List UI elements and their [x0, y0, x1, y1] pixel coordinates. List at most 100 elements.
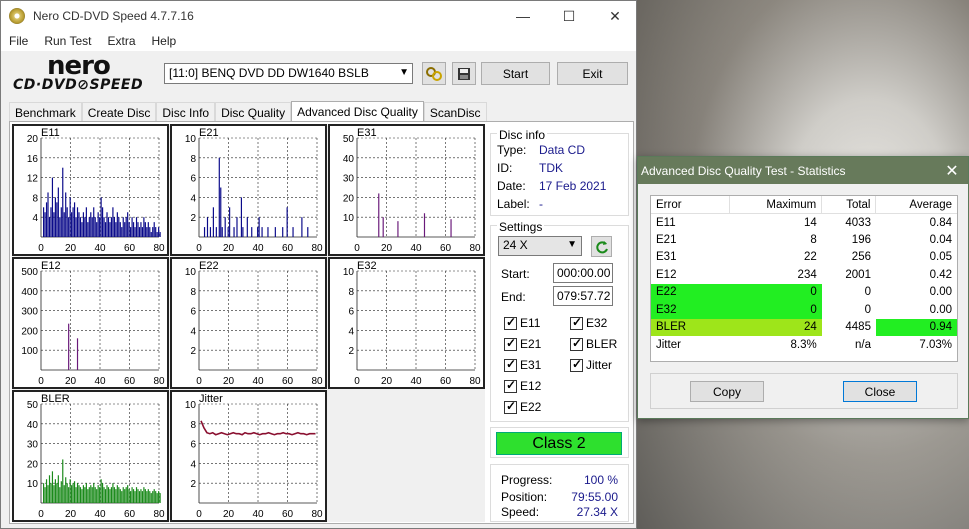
position-label: Position: — [501, 490, 548, 504]
bar — [153, 222, 155, 237]
bar — [72, 207, 74, 237]
exit-button[interactable]: Exit — [557, 62, 628, 85]
checkbox-e21[interactable]: E21 — [504, 336, 541, 351]
checkbox-jitter[interactable]: Jitter — [570, 357, 613, 372]
bar — [45, 202, 48, 237]
tab-scandisc[interactable]: ScanDisc — [423, 102, 487, 122]
bar — [104, 222, 107, 237]
bar — [242, 227, 244, 237]
bar — [97, 485, 99, 503]
checkbox-bler[interactable]: BLER — [570, 336, 617, 351]
checkbox-e11[interactable]: E11 — [504, 315, 540, 330]
bar — [79, 217, 82, 237]
x-tick-label: 0 — [38, 376, 44, 387]
bar — [81, 222, 83, 237]
cell-total: 4485 — [845, 321, 871, 334]
y-tick-label: 4 — [348, 326, 354, 337]
bar — [48, 475, 51, 503]
chart-title: E21 — [199, 127, 219, 139]
bar — [90, 212, 92, 237]
bar — [137, 489, 139, 503]
start-button[interactable]: Start — [481, 62, 550, 85]
checkbox-e31-label: E31 — [520, 358, 542, 372]
x-tick-label: 40 — [94, 509, 106, 520]
drive-select[interactable]: [11:0] BENQ DVD DD DW1640 BSLB ▼ — [164, 63, 413, 84]
bar — [90, 485, 92, 503]
disc-label-value: - — [539, 197, 543, 211]
x-tick-label: 80 — [311, 376, 323, 387]
bar — [156, 493, 158, 503]
cell-average: 7.03% — [919, 338, 952, 351]
bar — [122, 487, 124, 503]
app-icon — [9, 8, 25, 24]
y-tick-label: 2 — [190, 213, 196, 224]
save-button[interactable] — [452, 62, 476, 85]
maximize-button[interactable]: ☐ — [546, 1, 592, 31]
bar — [75, 487, 77, 503]
main-window: Nero CD-DVD Speed 4.7.7.16 — ☐ ✕ File Ru… — [0, 0, 637, 529]
table-header-row: Error Maximum Total Average — [651, 196, 957, 214]
progress-label: Progress: — [501, 473, 553, 487]
dialog-close-icon[interactable]: ✕ — [936, 157, 968, 184]
start-field[interactable]: 000:00.00 — [553, 263, 613, 283]
tab-create-disc[interactable]: Create Disc — [81, 102, 157, 122]
table-row: E21 8 196 0.04 — [651, 231, 957, 249]
x-tick-label: 80 — [469, 243, 481, 254]
settings-title: Settings — [497, 220, 545, 234]
tab-benchmark[interactable]: Benchmark — [9, 102, 82, 122]
speed-select[interactable]: 24 X ▼ — [498, 236, 582, 256]
menu-help[interactable]: Help — [144, 34, 185, 48]
bar — [267, 227, 269, 237]
checkbox-e22[interactable]: E22 — [504, 399, 542, 414]
bar — [71, 485, 73, 503]
bar — [134, 227, 136, 237]
x-tick-label: 20 — [223, 243, 235, 254]
close-button[interactable]: ✕ — [592, 1, 638, 31]
copy-button[interactable]: Copy — [690, 381, 764, 402]
title-bar: Nero CD-DVD Speed 4.7.7.16 — ☐ ✕ — [1, 1, 636, 31]
bar — [63, 485, 65, 503]
y-tick-label: 300 — [21, 307, 38, 318]
y-tick-label: 200 — [21, 326, 38, 337]
checkbox-e31[interactable]: E31 — [504, 357, 542, 372]
start-label: Start: — [501, 267, 530, 281]
checkbox-e12[interactable]: E12 — [504, 378, 541, 393]
bar — [57, 187, 59, 237]
bar — [128, 222, 130, 237]
bar — [138, 491, 141, 503]
x-tick-label: 20 — [65, 243, 77, 254]
refresh-button[interactable] — [591, 236, 612, 257]
dialog-close-button[interactable]: Close — [843, 381, 917, 402]
minimize-button[interactable]: — — [500, 1, 546, 31]
menu-run-test[interactable]: Run Test — [36, 34, 99, 48]
menu-extra[interactable]: Extra — [99, 34, 143, 48]
bar — [152, 491, 154, 503]
table-row: Jitter 8.3% n/a 7.03% — [651, 336, 957, 354]
tab-disc-info[interactable]: Disc Info — [156, 102, 216, 122]
chart-jitter: Jitter 2 4 6 8 10 0 20 40 60 80 — [170, 390, 327, 522]
tab-disc-quality[interactable]: Disc Quality — [215, 102, 292, 122]
end-field[interactable]: 079:57.72 — [553, 286, 613, 306]
bar — [112, 483, 114, 503]
bar — [286, 207, 288, 237]
cell-total: 2001 — [845, 268, 871, 281]
x-tick-label: 0 — [38, 509, 44, 520]
bar — [73, 481, 76, 503]
bar — [102, 207, 104, 237]
bar — [115, 489, 117, 503]
tab-advanced-disc-quality[interactable]: Advanced Disc Quality — [291, 101, 424, 122]
x-tick-label: 80 — [469, 376, 481, 387]
checkbox-e32[interactable]: E32 — [570, 315, 607, 330]
bar — [135, 487, 138, 503]
drive-info-button[interactable] — [422, 62, 446, 85]
x-tick-label: 60 — [282, 376, 294, 387]
speed-label: Speed: — [501, 505, 540, 519]
bar — [224, 217, 226, 237]
checkbox-jitter-label: Jitter — [586, 358, 613, 372]
bar — [65, 192, 67, 237]
checkbox-e22-label: E22 — [520, 400, 542, 414]
bar — [68, 323, 70, 370]
progress-group: Progress: 100 % Position: 79:55.00 Speed… — [490, 464, 629, 522]
menu-file[interactable]: File — [1, 34, 36, 48]
bar — [102, 483, 104, 503]
